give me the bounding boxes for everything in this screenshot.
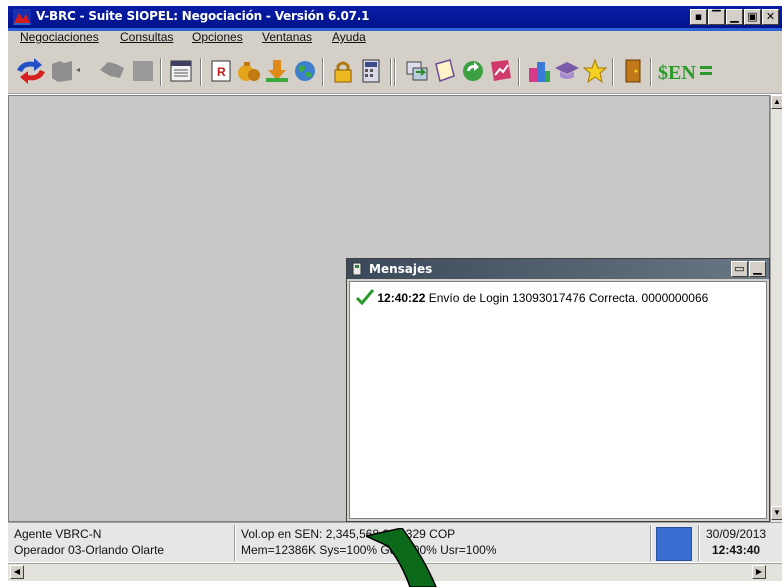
app-logo-icon xyxy=(13,9,31,25)
refresh-arrows-icon[interactable] xyxy=(14,58,48,84)
title-bar[interactable]: V-BRC - Suite SIOPEL: Negociación - Vers… xyxy=(8,6,782,28)
messages-window-caption[interactable]: Mensajes ▭ ▁ xyxy=(347,259,769,279)
menu-ayuda[interactable]: Ayuda xyxy=(332,30,366,44)
globe-icon[interactable] xyxy=(292,58,318,84)
money-bag-icon[interactable] xyxy=(236,58,262,84)
sync-icon[interactable] xyxy=(460,58,486,84)
status-time: 12:43:40 xyxy=(712,543,761,557)
window-icon[interactable] xyxy=(130,58,156,84)
message-text: Envío de Login 13093017476 Correcta. 000… xyxy=(428,291,709,305)
svg-text:$EN: $EN xyxy=(658,62,696,84)
chart-icon[interactable] xyxy=(488,58,514,84)
table-icon[interactable] xyxy=(168,58,194,84)
check-icon xyxy=(356,289,374,305)
vertical-scrollbar[interactable]: ▲ ▼ xyxy=(770,95,782,522)
transfer-icon[interactable] xyxy=(404,58,430,84)
report-r-icon[interactable]: R xyxy=(208,58,234,84)
menu-negociaciones[interactable]: Negociaciones xyxy=(20,30,99,44)
status-date: 30/09/2013 xyxy=(706,527,767,541)
menu-opciones[interactable]: Opciones xyxy=(192,30,243,44)
svg-text:R: R xyxy=(217,65,226,79)
window-restore-button[interactable]: ▪ xyxy=(690,9,707,25)
graduation-cap-icon[interactable] xyxy=(554,58,580,84)
grid-icon[interactable] xyxy=(700,58,712,84)
menu-bar: Negociaciones Consultas Opciones Ventana… xyxy=(8,28,782,50)
back-icon[interactable] xyxy=(98,58,128,84)
messages-minimize-button[interactable]: ▁ xyxy=(749,261,766,277)
status-operator: Operador 03-Orlando Olarte xyxy=(14,543,165,557)
folder-icon[interactable] xyxy=(50,58,94,84)
menu-ventanas[interactable]: Ventanas xyxy=(262,30,312,44)
toolbar: R $EN xyxy=(8,50,782,94)
messages-list[interactable]: 12:40:22 Envío de Login 13093017476 Corr… xyxy=(349,281,767,519)
scroll-up-button[interactable]: ▲ xyxy=(771,95,782,109)
calculator-icon[interactable] xyxy=(358,58,384,84)
sen-icon[interactable]: $EN xyxy=(658,58,700,84)
menu-consultas[interactable]: Consultas xyxy=(120,30,173,44)
lock-icon[interactable] xyxy=(330,58,356,84)
scroll-down-button[interactable]: ▼ xyxy=(771,506,782,520)
messages-window-title: Mensajes xyxy=(369,262,433,276)
window-maximize-button[interactable]: ▣ xyxy=(744,9,761,25)
message-time: 12:40:22 xyxy=(377,291,426,305)
status-agent: Agente VBRC-N xyxy=(14,527,102,541)
messages-maximize-button[interactable]: ▭ xyxy=(731,261,748,277)
document-icon[interactable] xyxy=(432,58,458,84)
star-icon[interactable] xyxy=(582,58,608,84)
status-indicator xyxy=(656,527,692,561)
window-minimize-button[interactable]: ▁ xyxy=(726,9,743,25)
messages-window[interactable]: Mensajes ▭ ▁ 12:40:22 Envío de Login 130… xyxy=(346,258,770,522)
window-title: V-BRC - Suite SIOPEL: Negociación - Vers… xyxy=(36,9,370,23)
download-arrow-icon[interactable] xyxy=(264,58,290,84)
door-icon[interactable] xyxy=(620,58,646,84)
annotation-arrow-icon xyxy=(366,528,437,587)
scroll-left-button[interactable]: ◀ xyxy=(10,565,24,579)
scroll-right-button[interactable]: ▶ xyxy=(752,565,766,579)
message-entry[interactable]: 12:40:22 Envío de Login 13093017476 Corr… xyxy=(356,289,708,305)
window-close-button[interactable]: ✕ xyxy=(762,9,779,25)
buildings-icon[interactable] xyxy=(526,58,552,84)
messages-window-icon xyxy=(352,262,362,276)
window-minimize-alt-button[interactable]: ▔ xyxy=(708,9,725,25)
